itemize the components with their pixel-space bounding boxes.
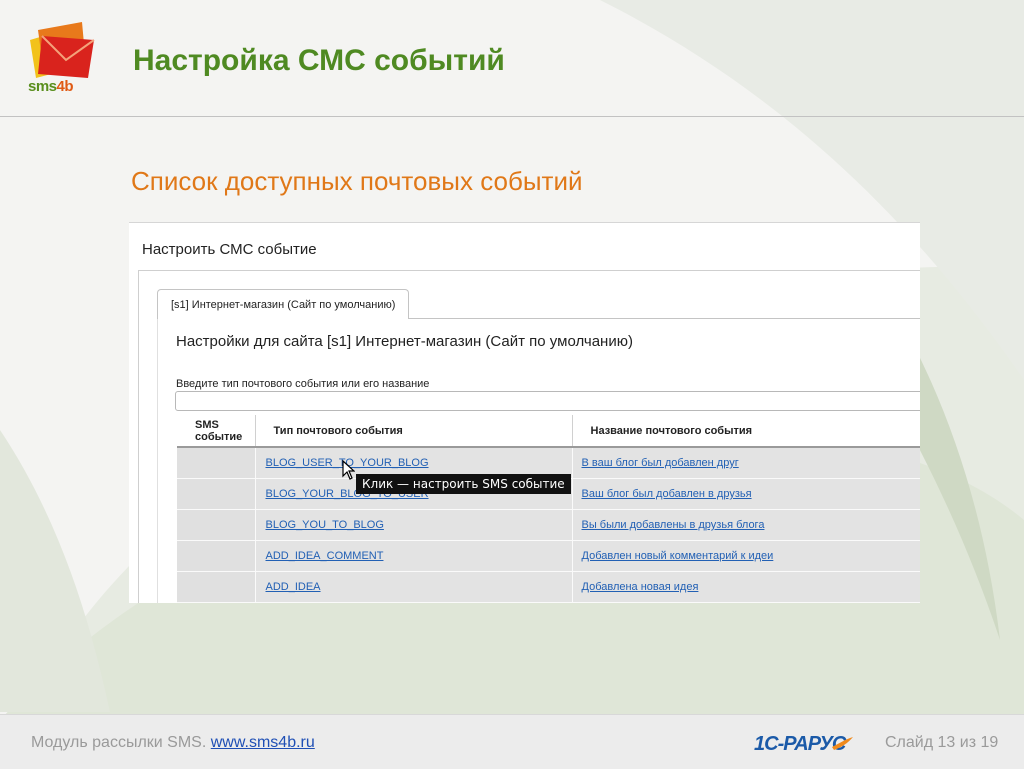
column-header-event-type: Тип почтового события — [254, 415, 572, 448]
event-name-link[interactable]: В ваш блог был добавлен друг — [582, 457, 739, 469]
mail-events-table: SMS событие Тип почтового события Назван… — [177, 415, 920, 603]
panel-divider — [138, 270, 920, 271]
event-name-link[interactable]: Добавлен новый комментарий к идеи — [582, 550, 774, 562]
table-row: ADD_IDEA_COMMENT Добавлен новый коммента… — [177, 540, 920, 572]
1c-rarus-logo-icon: 1С-РАРУС — [754, 733, 853, 755]
event-name-link[interactable]: Ваш блог был добавлен в друзья — [582, 488, 752, 500]
header-divider — [0, 116, 1024, 117]
column-header-event-name: Название почтового события — [571, 415, 920, 448]
mouse-cursor-icon — [342, 460, 355, 480]
slide-title: Настройка СМС событий — [133, 44, 505, 77]
footer-module-text: Модуль рассылки SMS. www.sms4b.ru — [31, 734, 315, 751]
slide-counter: Слайд 13 из 19 — [885, 734, 999, 751]
slide-subtitle: Список доступных почтовых событий — [131, 166, 583, 196]
svg-text:1С-РАРУС: 1С-РАРУС — [754, 733, 847, 755]
event-search-input[interactable] — [175, 391, 920, 411]
admin-screenshot-panel: Настроить СМС событие [s1] Интернет-мага… — [129, 222, 920, 603]
sms-event-cell — [177, 571, 255, 603]
sms-event-cell — [177, 478, 255, 510]
sms4b-site-link[interactable]: www.sms4b.ru — [211, 734, 315, 751]
panel-title: Настроить СМС событие — [142, 241, 317, 258]
event-type-link[interactable]: BLOG_YOU_TO_BLOG — [266, 519, 384, 531]
event-name-link[interactable]: Добавлена новая идея — [582, 581, 699, 593]
event-tooltip: Клик — настроить SMS событие — [356, 474, 571, 494]
event-type-link[interactable]: ADD_IDEA — [266, 581, 321, 593]
slide-footer: Модуль рассылки SMS. www.sms4b.ru 1С-РАР… — [0, 714, 1024, 769]
sms-event-cell — [177, 509, 255, 541]
tab-site-s1[interactable]: [s1] Интернет-магазин (Сайт по умолчанию… — [157, 289, 410, 319]
sms-event-cell — [177, 447, 255, 479]
event-type-link[interactable]: ADD_IDEA_COMMENT — [266, 550, 384, 562]
sms-event-cell — [177, 540, 255, 572]
sms4b-logo-text: sms4b — [28, 78, 74, 95]
table-row: ADD_IDEA Добавлена новая идея — [177, 571, 920, 603]
event-name-link[interactable]: Вы были добавлены в друзья блога — [582, 519, 765, 531]
table-row: BLOG_YOU_TO_BLOG Вы были добавлены в дру… — [177, 509, 920, 541]
panel-left-border — [138, 270, 139, 603]
table-header-row: SMS событие Тип почтового события Назван… — [177, 415, 920, 448]
column-header-sms-event: SMS событие — [177, 415, 255, 448]
settings-heading: Настройки для сайта [s1] Интернет-магази… — [176, 333, 633, 350]
event-search-label: Введите тип почтового события или его на… — [176, 378, 430, 390]
